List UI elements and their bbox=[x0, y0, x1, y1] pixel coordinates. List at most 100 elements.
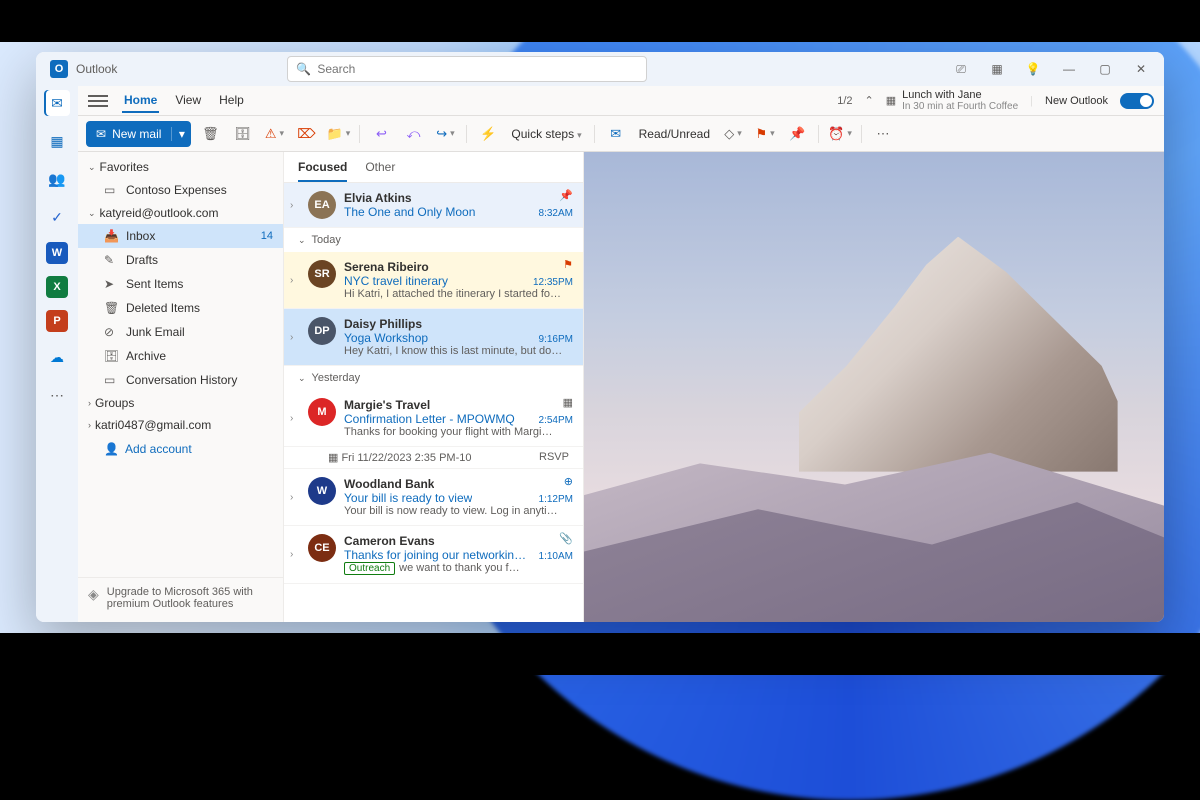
tab-home[interactable]: Home bbox=[122, 89, 159, 113]
folder-icon: ➤ bbox=[104, 277, 118, 291]
folder-junk-email[interactable]: ⊘Junk Email bbox=[78, 320, 283, 344]
favorites-header[interactable]: ⌄ Favorites bbox=[78, 156, 283, 178]
upsell-banner[interactable]: ◈ Upgrade to Microsoft 365 with premium … bbox=[78, 577, 283, 618]
search-icon: 🔍 bbox=[296, 62, 311, 76]
avatar: EA bbox=[308, 191, 336, 219]
read-unread-button[interactable]: Read/Unread bbox=[635, 127, 714, 141]
message-time: 1:12PM bbox=[539, 494, 573, 505]
category-tag: Outreach bbox=[344, 562, 395, 575]
meeting-time: ▦ Fri 11/22/2023 2:35 PM-10 bbox=[328, 451, 472, 464]
calendar-day-icon[interactable]: ▦ bbox=[980, 55, 1014, 83]
new-mail-split[interactable]: ▾ bbox=[171, 127, 191, 141]
titlebar-actions: ⎚ ▦ 💡 — ▢ ✕ bbox=[944, 55, 1158, 83]
delete-icon[interactable]: 🗑 bbox=[197, 121, 223, 147]
chevron-down-icon: ⌄ bbox=[88, 162, 96, 173]
message-item[interactable]: › EA Elvia Atkins The One and Only Moon8… bbox=[284, 183, 583, 228]
calendar-peek[interactable]: ▦ Lunch with Jane In 30 min at Fourth Co… bbox=[886, 89, 1018, 112]
account-label: katyreid@outlook.com bbox=[100, 206, 219, 220]
forward-icon[interactable]: ↪ bbox=[432, 121, 458, 147]
rail-calendar[interactable]: ▦ bbox=[44, 128, 70, 154]
folder-drafts[interactable]: ✎Drafts bbox=[78, 248, 283, 272]
rail-mail[interactable]: ✉ bbox=[44, 90, 70, 116]
rail-powerpoint[interactable]: P bbox=[46, 310, 68, 332]
flag-icon[interactable]: ⚑ bbox=[752, 121, 778, 147]
groups-header[interactable]: › Groups bbox=[78, 392, 283, 414]
report-icon[interactable]: ⚠ bbox=[261, 121, 287, 147]
minimize-button[interactable]: — bbox=[1052, 55, 1086, 83]
maximize-button[interactable]: ▢ bbox=[1088, 55, 1122, 83]
message-time: 1:10AM bbox=[539, 551, 573, 562]
message-preview: Outreachwe want to thank you f… bbox=[344, 562, 573, 575]
folder-sent-items[interactable]: ➤ Sent Items bbox=[78, 272, 283, 296]
snooze-icon[interactable]: ⏰ bbox=[827, 121, 853, 147]
date-separator[interactable]: ⌄ Yesterday bbox=[284, 366, 583, 390]
message-item[interactable]: › CE Cameron Evans Thanks for joining ou… bbox=[284, 526, 583, 584]
rail-onedrive[interactable]: ☁ bbox=[44, 344, 70, 370]
folder-icon: ▭ bbox=[104, 373, 118, 387]
message-item[interactable]: › W Woodland Bank Your bill is ready to … bbox=[284, 469, 583, 526]
account-header[interactable]: ⌄ katyreid@outlook.com bbox=[78, 202, 283, 224]
more-icon[interactable]: ⋯ bbox=[870, 121, 896, 147]
rail-more[interactable]: ⋯ bbox=[44, 382, 70, 408]
categorize-icon[interactable]: ◇ bbox=[720, 121, 746, 147]
meeting-rsvp-row[interactable]: ▦ Fri 11/22/2023 2:35 PM-10 RSVP bbox=[284, 447, 583, 469]
move-to-icon[interactable]: 📁 bbox=[325, 121, 351, 147]
message-preview: Hey Katri, I know this is last minute, b… bbox=[344, 345, 573, 357]
message-subject: Thanks for joining our networking… bbox=[344, 548, 533, 562]
message-item[interactable]: › M Margie's Travel Confirmation Letter … bbox=[284, 390, 583, 447]
close-button[interactable]: ✕ bbox=[1124, 55, 1158, 83]
tab-other[interactable]: Other bbox=[365, 160, 395, 182]
search-input[interactable] bbox=[317, 62, 638, 76]
reply-all-icon[interactable]: ⤺ bbox=[400, 121, 426, 147]
rail-people[interactable]: 👥 bbox=[44, 166, 70, 192]
expand-icon[interactable]: › bbox=[290, 549, 300, 560]
title-bar: O Outlook 🔍 ⎚ ▦ 💡 — ▢ ✕ bbox=[36, 52, 1164, 86]
meet-now-icon[interactable]: ⎚ bbox=[944, 55, 978, 83]
archive-icon[interactable]: 🗄 bbox=[229, 121, 255, 147]
new-mail-button[interactable]: ✉New mail ▾ bbox=[86, 121, 191, 147]
message-from: Elvia Atkins bbox=[344, 191, 412, 205]
folder-inbox[interactable]: 📥Inbox14 bbox=[78, 224, 283, 248]
search-box[interactable]: 🔍 bbox=[287, 56, 647, 82]
rail-excel[interactable]: X bbox=[46, 276, 68, 298]
new-outlook-toggle[interactable] bbox=[1120, 93, 1154, 109]
hamburger-icon[interactable] bbox=[88, 95, 108, 107]
quick-steps-button[interactable]: Quick steps bbox=[507, 127, 585, 141]
folder-label: Archive bbox=[126, 349, 166, 363]
rail-word[interactable]: W bbox=[46, 242, 68, 264]
avatar: SR bbox=[308, 260, 336, 288]
message-item[interactable]: › DP Daisy Phillips Yoga Workshop9:16PM … bbox=[284, 309, 583, 366]
avatar: W bbox=[308, 477, 336, 505]
date-separator[interactable]: ⌄Today bbox=[284, 228, 583, 252]
folder-deleted-items[interactable]: 🗑Deleted Items bbox=[78, 296, 283, 320]
folder-contoso-expenses[interactable]: ▭ Contoso Expenses bbox=[78, 178, 283, 202]
inbox-tabs: Focused Other bbox=[284, 152, 583, 183]
date-label: Yesterday bbox=[312, 372, 361, 384]
sweep-icon[interactable]: ⌦ bbox=[293, 121, 319, 147]
tab-focused[interactable]: Focused bbox=[298, 160, 347, 182]
expand-icon[interactable]: › bbox=[290, 200, 300, 211]
app-name: Outlook bbox=[76, 62, 117, 76]
expand-icon[interactable]: › bbox=[290, 332, 300, 343]
folder-archive[interactable]: 🗄Archive bbox=[78, 344, 283, 368]
chevron-down-icon: ⌄ bbox=[298, 373, 306, 384]
folder-conversation-history[interactable]: ▭Conversation History bbox=[78, 368, 283, 392]
nav-up-icon[interactable]: ⌃ bbox=[865, 94, 874, 107]
account2-header[interactable]: › katri0487@gmail.com bbox=[78, 414, 283, 436]
tab-help[interactable]: Help bbox=[217, 89, 246, 113]
add-account-button[interactable]: 👤 Add account bbox=[78, 436, 283, 462]
peek-event-subtitle: In 30 min at Fourth Coffee bbox=[902, 101, 1018, 112]
rsvp-button[interactable]: RSVP bbox=[539, 451, 569, 464]
expand-icon[interactable]: › bbox=[290, 275, 300, 286]
expand-icon[interactable]: › bbox=[290, 492, 300, 503]
message-from: Margie's Travel bbox=[344, 398, 430, 412]
pin-icon[interactable]: 📌 bbox=[784, 121, 810, 147]
tab-view[interactable]: View bbox=[173, 89, 203, 113]
folder-label: Sent Items bbox=[126, 277, 183, 291]
outlook-window: O Outlook 🔍 ⎚ ▦ 💡 — ▢ ✕ ✉▦👥✓WXP☁⋯ HomeVi… bbox=[36, 52, 1164, 622]
lightbulb-icon[interactable]: 💡 bbox=[1016, 55, 1050, 83]
rail-todo[interactable]: ✓ bbox=[44, 204, 70, 230]
message-item[interactable]: › SR Serena Ribeiro NYC travel itinerary… bbox=[284, 252, 583, 309]
expand-icon[interactable]: › bbox=[290, 413, 300, 424]
reply-icon[interactable]: ↩ bbox=[368, 121, 394, 147]
